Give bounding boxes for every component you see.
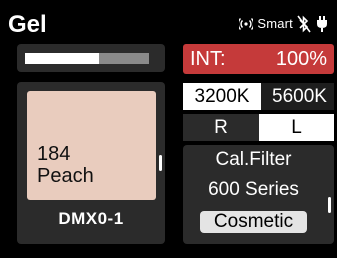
side-option-l[interactable]: L — [259, 114, 334, 141]
side-toggle[interactable]: R L — [183, 114, 334, 141]
level-bar-panel[interactable] — [17, 44, 165, 72]
intensity-value: 100% — [275, 48, 327, 70]
filter-selected-item[interactable]: Cosmetic — [200, 211, 307, 233]
level-bar-fill — [25, 53, 100, 64]
cct-option-5600k[interactable]: 5600K — [265, 83, 334, 110]
page-title: Gel — [8, 11, 47, 38]
filter-scroll-indicator — [328, 197, 331, 213]
cct-toggle[interactable]: 3200K 5600K — [183, 83, 334, 110]
filter-series: 600 Series — [208, 179, 299, 200]
gel-scroll-indicator — [159, 155, 162, 171]
filter-category: Cal.Filter — [215, 149, 292, 170]
filter-panel[interactable]: Cal.Filter 600 Series Cosmetic — [183, 145, 334, 244]
dmx-label: DMX0-1 — [58, 209, 124, 228]
power-plug-icon — [317, 16, 327, 32]
status-bar: Smart — [239, 12, 329, 36]
wireless-signal-icon — [239, 18, 254, 30]
gel-name: Peach — [37, 165, 94, 187]
intensity-label: INT: — [190, 48, 226, 70]
side-option-r[interactable]: R — [183, 114, 259, 141]
smart-label: Smart — [257, 16, 293, 31]
level-bar-track — [25, 53, 149, 64]
cct-option-3200k[interactable]: 3200K — [183, 83, 261, 110]
intensity-field[interactable]: INT: 100% — [183, 44, 334, 74]
gel-color-panel[interactable]: 184 Peach DMX0-1 — [17, 82, 165, 244]
bluetooth-slash-icon — [297, 15, 311, 33]
gel-swatch: 184 Peach — [27, 91, 156, 200]
gel-number: 184 — [37, 143, 71, 165]
